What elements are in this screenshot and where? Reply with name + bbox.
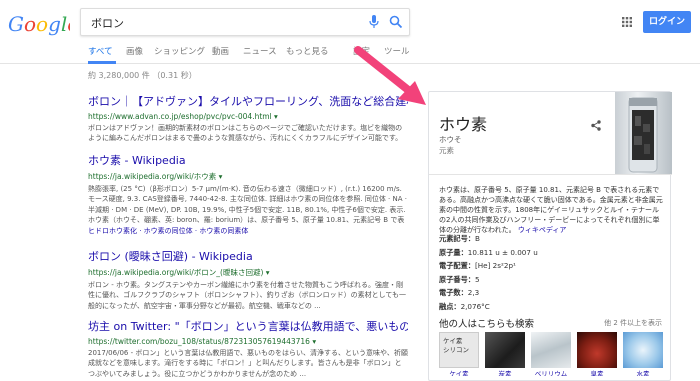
- boron-photo[interactable]: [615, 92, 672, 174]
- related-label[interactable]: 炭素: [485, 368, 525, 376]
- hydrogen-thumbnail: [623, 332, 663, 368]
- fact-electrons: 電子数：2,3: [439, 288, 480, 297]
- silicon-thumbnail-text: ケイ素 シリコン: [443, 337, 469, 354]
- beryllium-thumbnail: [531, 332, 571, 368]
- search-result: 坊主 on Twitter: "「ボロン」という言葉は仏教用語で、悪いものをはら…: [88, 318, 408, 379]
- fact-atomic-number: 原子番号：5: [439, 274, 480, 284]
- fact-symbol: 元素記号：B: [439, 234, 480, 243]
- search-input[interactable]: ボロン: [91, 15, 124, 31]
- result-stats: 約 3,280,000 件 （0.31 秒）: [88, 71, 197, 80]
- show-more-link[interactable]: 他 2 件以上を表示: [604, 318, 662, 328]
- search-result: ホウ素 - Wikipedia https://ja.wikipedia.org…: [88, 152, 408, 236]
- related-beryllium[interactable]: ベリリウム: [531, 332, 571, 376]
- share-icon[interactable]: [591, 120, 601, 131]
- related-silicon[interactable]: ケイ素 シリコン ケイ素: [439, 332, 479, 376]
- related-hydrogen[interactable]: 水素: [623, 332, 663, 376]
- result-url[interactable]: https://www.advan.co.jp/eshop/pvc/pvc-00…: [88, 112, 408, 121]
- search-box[interactable]: ボロン: [80, 8, 410, 36]
- related-label[interactable]: ケイ素: [439, 368, 479, 376]
- tab-settings[interactable]: 設定: [353, 45, 370, 57]
- microphone-icon[interactable]: [369, 15, 379, 29]
- result-snippet: 熱膨張率, (25 °C)（β形ボロン）5-7 μm/(m·K). 音の伝わる速…: [88, 185, 407, 224]
- tab-images[interactable]: 画像: [126, 45, 143, 57]
- fact-electron-config: 電子配置：[He] 2s²2p¹: [439, 261, 516, 270]
- related-carbon[interactable]: 炭素: [485, 332, 525, 376]
- result-title[interactable]: ホウ素 - Wikipedia: [88, 152, 408, 168]
- boron-vial-image: [628, 97, 658, 173]
- divider: [429, 174, 672, 175]
- tab-more[interactable]: もっと見る: [286, 45, 329, 57]
- result-title[interactable]: ボロン (曖昧さ回避) - Wikipedia: [88, 248, 408, 264]
- kp-category: 元素: [439, 146, 454, 155]
- related-label[interactable]: 臭素: [577, 368, 617, 376]
- tab-all[interactable]: すべて: [88, 45, 113, 57]
- tab-tools[interactable]: ツール: [384, 45, 410, 57]
- kp-reading: ホウそ: [439, 135, 462, 144]
- fact-atomic-weight: 原子量：10.811 u ± 0.007 u: [439, 247, 538, 257]
- tab-news[interactable]: ニュース: [243, 45, 277, 57]
- result-snippet: ボロン - ホウ素。タングステンやカーボン繊維にホウ素を付着させた物質もこう呼ば…: [88, 281, 407, 310]
- result-snippet: 2017/06/06 - ボロン」という言葉は仏教用語で、悪いものをはらい、清浄…: [88, 349, 408, 378]
- svg-text:Google: Google: [8, 12, 70, 36]
- tab-videos[interactable]: 動画: [212, 45, 229, 57]
- search-result: ボロン｜【アドヴァン】タイルやフローリング、洗面など総合建材の https://…: [88, 93, 408, 144]
- login-button[interactable]: ログイン: [643, 11, 691, 33]
- result-url[interactable]: https://twitter.com/bozu_108/status/8723…: [88, 337, 408, 346]
- active-tab-indicator: [88, 61, 116, 64]
- result-url[interactable]: https://ja.wikipedia.org/wiki/ボロン_(曖昧さ回避…: [88, 267, 408, 278]
- result-title[interactable]: 坊主 on Twitter: "「ボロン」という言葉は仏教用語で、悪いものをはら…: [88, 318, 408, 334]
- kp-description: ホウ素は、原子番号 5、原子量 10.81、元素記号 B で表される元素である。…: [439, 185, 665, 235]
- kp-title: ホウ素: [439, 115, 488, 134]
- search-result: ボロン (曖昧さ回避) - Wikipedia https://ja.wikip…: [88, 248, 408, 311]
- knowledge-panel: ホウ素 ホウそ 元素 ホウ素は、原子番号 5、原子量 10.81、元素記号 B …: [428, 91, 672, 381]
- fact-melting-point: 融点：2,076°C: [439, 301, 490, 311]
- google-logo[interactable]: Google: [8, 9, 70, 39]
- apps-grid-icon[interactable]: [622, 17, 632, 27]
- result-url[interactable]: https://ja.wikipedia.org/wiki/ホウ素 ▾: [88, 171, 408, 182]
- result-title[interactable]: ボロン｜【アドヴァン】タイルやフローリング、洗面など総合建材の: [88, 93, 408, 109]
- related-label[interactable]: 水素: [623, 368, 663, 376]
- kp-facts: 元素記号：B 原子量：10.811 u ± 0.007 u 電子配置：[He] …: [439, 232, 665, 313]
- others-heading: 他の人はこちらも検索: [439, 319, 535, 330]
- related-bromine[interactable]: 臭素: [577, 332, 617, 376]
- carbon-thumbnail: [485, 332, 525, 368]
- result-snippet: ボロンはアドヴァン！画期的新素材のボロンはこちらのページでご確認いただけます。塩…: [88, 124, 403, 143]
- related-label[interactable]: ベリリウム: [531, 368, 571, 376]
- silicon-thumbnail: ケイ素 シリコン: [439, 332, 479, 368]
- result-sitelinks[interactable]: ヒドロホウ素化 · ホウ素の同位体 · ホウ素の同素体: [88, 226, 408, 236]
- tab-shopping[interactable]: ショッピング: [154, 45, 205, 57]
- header: Google ボロン ログイン すべて 画像 ショッピング 動画 ニュース もっ…: [0, 0, 700, 64]
- bromine-thumbnail: [577, 332, 617, 368]
- search-icon[interactable]: [389, 15, 403, 29]
